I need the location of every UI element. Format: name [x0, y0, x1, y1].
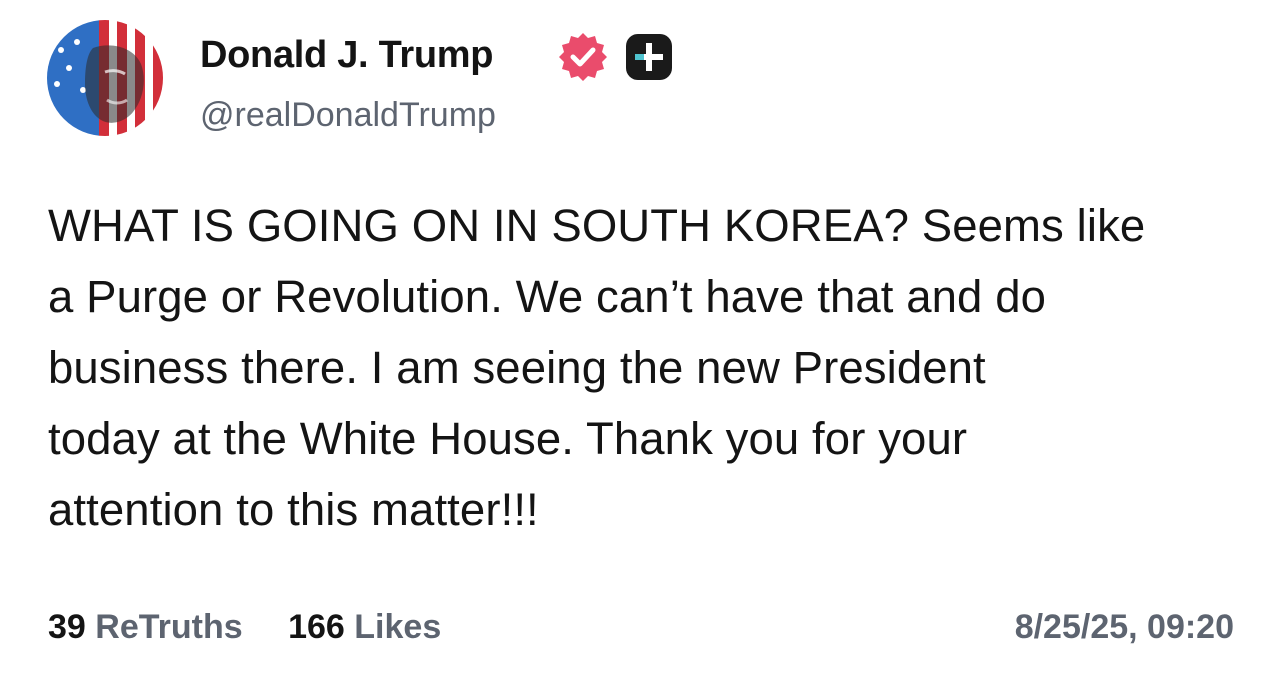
display-name[interactable]: Donald J. Trump — [200, 34, 494, 77]
post-body-line: a Purge or Revolution. We can’t have tha… — [48, 271, 1047, 322]
post-body: WHAT IS GOING ON IN SOUTH KOREA? Seems l… — [48, 190, 1248, 545]
avatar-flag-portrait-icon — [47, 20, 163, 136]
verified-badge-icon — [556, 30, 610, 84]
avatar[interactable] — [47, 20, 163, 136]
post-body-line: today at the White House. Thank you for … — [48, 413, 968, 464]
post-stats: 39 ReTruths 166 Likes — [48, 608, 441, 647]
retruths-label: ReTruths — [95, 608, 243, 646]
post-timestamp[interactable]: 8/25/25, 09:20 — [1015, 608, 1234, 647]
post-body-line: WHAT IS GOING ON IN SOUTH KOREA? Seems l… — [48, 200, 1146, 251]
likes-stat[interactable]: 166 Likes — [288, 608, 441, 647]
post-card: Donald J. Trump @realDonaldTrump WHAT IS… — [0, 0, 1280, 679]
post-body-line: attention to this matter!!! — [48, 484, 539, 535]
retruths-count: 39 — [48, 608, 86, 646]
likes-label: Likes — [354, 608, 442, 646]
post-body-line: business there. I am seeing the new Pres… — [48, 342, 986, 393]
plus-badge-icon — [624, 32, 674, 82]
retruths-stat[interactable]: 39 ReTruths — [48, 608, 243, 647]
likes-count: 166 — [288, 608, 345, 646]
user-handle[interactable]: @realDonaldTrump — [200, 96, 496, 135]
